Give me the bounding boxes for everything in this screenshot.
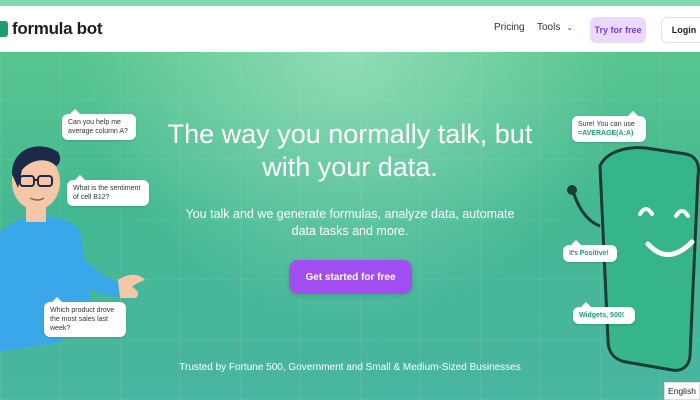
nav-link-tools[interactable]: Tools ⌄ [537,22,573,33]
nav-link-tools-label: Tools [537,22,561,33]
hero-section: The way you normally talk, but with your… [0,52,700,400]
answer-product-value: Widgets, 500! [579,312,625,319]
chat-bubble-question-sentiment: What is the sentiment of cell B12? [67,175,149,206]
chat-bubble-question-product: Which product drove the most sales last … [44,297,126,337]
get-started-button[interactable]: Get started for free [289,260,412,294]
language-selector[interactable]: English [664,382,700,400]
logo-icon [0,21,8,37]
logo-text: formula bot [12,19,103,38]
login-button[interactable]: Login [661,17,700,43]
answer-formula-text: Sure! You can use [578,121,635,128]
chat-bubble-question-average: Can you help me average column A? [62,109,136,140]
try-for-free-button[interactable]: Try for free [590,17,646,43]
navbar: formula bot Pricing Tools ⌄ Try for free … [0,6,700,52]
hero-subhead: You talk and we generate formulas, analy… [185,207,515,238]
hero-headline: The way you normally talk, but with your… [167,119,533,182]
person-illustration [0,146,145,352]
chat-bubble-answer-sentiment: It's Positive! [563,240,617,262]
answer-sentiment-prefix: It's [569,250,580,257]
chat-bubble-answer-product: Widgets, 500! [573,302,635,324]
chevron-down-icon: ⌄ [566,23,574,32]
answer-sentiment-value: Positive! [579,250,609,257]
nav-link-pricing[interactable]: Pricing [494,22,525,33]
answer-formula-value: =AVERAGE(A:A) [578,130,634,137]
logo[interactable]: formula bot [0,18,103,40]
chat-bubble-answer-formula: Sure! You can use =AVERAGE(A:A) [572,111,646,142]
trusted-by-text: Trusted by Fortune 500, Government and S… [179,362,521,373]
